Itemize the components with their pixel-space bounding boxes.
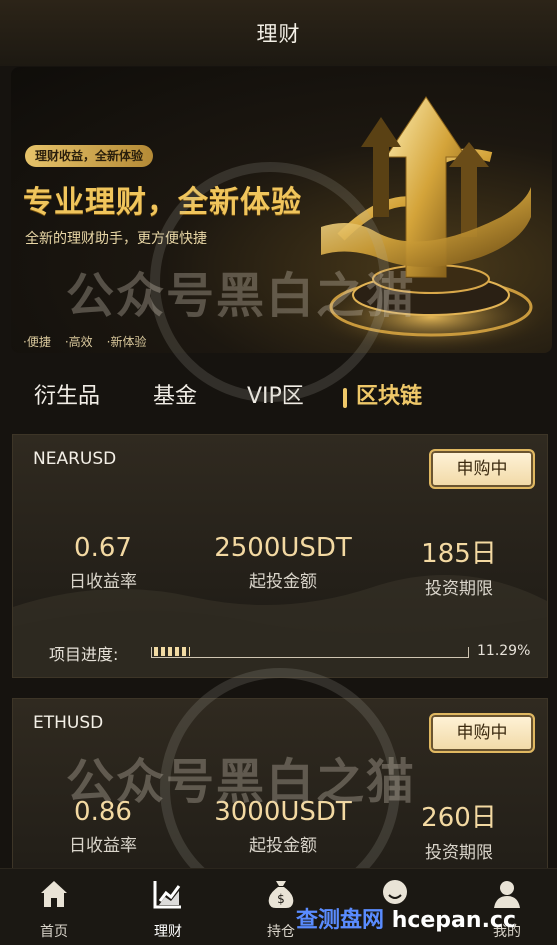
- min-invest-label: 起投金额: [249, 572, 317, 592]
- metric-min-invest: 2500USDT 起投金额: [193, 533, 373, 592]
- daily-rate-value: 0.67: [74, 533, 132, 563]
- site-watermark-domain: hcepan.cc: [391, 908, 517, 933]
- term-label: 投资期限: [425, 579, 493, 599]
- page-title: 理财: [256, 22, 301, 46]
- project-progress: 项目进度: 11.29%: [49, 641, 539, 664]
- nav-home[interactable]: 首页: [9, 877, 99, 941]
- site-watermark-prefix: 查测盘网: [296, 908, 385, 933]
- term-label: 投资期限: [425, 843, 493, 863]
- subscribe-button[interactable]: 申购中: [429, 713, 535, 753]
- nav-finance[interactable]: 理财: [123, 877, 213, 941]
- banner-feature-tag: ·便捷: [23, 335, 51, 349]
- metric-term: 185日 投资期限: [369, 533, 547, 599]
- site-watermark: 查测盘网 hcepan.cc: [296, 902, 516, 934]
- nav-label: 首页: [40, 924, 68, 940]
- tab-funds[interactable]: 基金: [153, 378, 197, 410]
- term-value: 185日: [421, 539, 497, 569]
- nav-label: 理财: [154, 924, 182, 940]
- progress-percent: 11.29%: [477, 643, 531, 659]
- tab-derivatives[interactable]: 衍生品: [34, 378, 100, 410]
- banner-feature-tags: ·便捷 ·高效 ·新体验: [23, 333, 146, 350]
- product-name: NEARUSD: [33, 449, 117, 469]
- watermark-text: 公众号黑白之猫: [66, 268, 417, 324]
- chart-icon: [153, 881, 181, 909]
- product-card[interactable]: NEARUSD 申购中 0.67 日收益率 2500USDT 起投金额 185日…: [12, 434, 548, 678]
- min-invest-value: 2500USDT: [214, 533, 352, 563]
- banner-tag-pill: 理财收益，全新体验: [25, 145, 154, 167]
- progress-fill: [154, 647, 190, 656]
- home-icon: [41, 881, 67, 907]
- progress-label: 项目进度:: [49, 645, 119, 664]
- svg-text:$: $: [277, 892, 285, 906]
- watermark-text: 公众号黑白之猫: [66, 754, 417, 810]
- money-bag-icon: $: [268, 881, 294, 908]
- metric-daily-rate: 0.67 日收益率: [13, 533, 193, 592]
- active-tab-indicator: [343, 388, 347, 408]
- daily-rate-label: 日收益率: [69, 572, 137, 592]
- banner-feature-tag: ·高效: [64, 335, 93, 349]
- product-name: ETHUSD: [33, 713, 104, 733]
- subscribe-button[interactable]: 申购中: [429, 449, 535, 489]
- tab-blockchain[interactable]: 区块链: [356, 378, 422, 410]
- daily-rate-label: 日收益率: [69, 836, 137, 856]
- top-header: 理财: [0, 0, 557, 66]
- progress-track: [151, 647, 469, 658]
- banner-feature-tag: ·新体验: [106, 335, 147, 349]
